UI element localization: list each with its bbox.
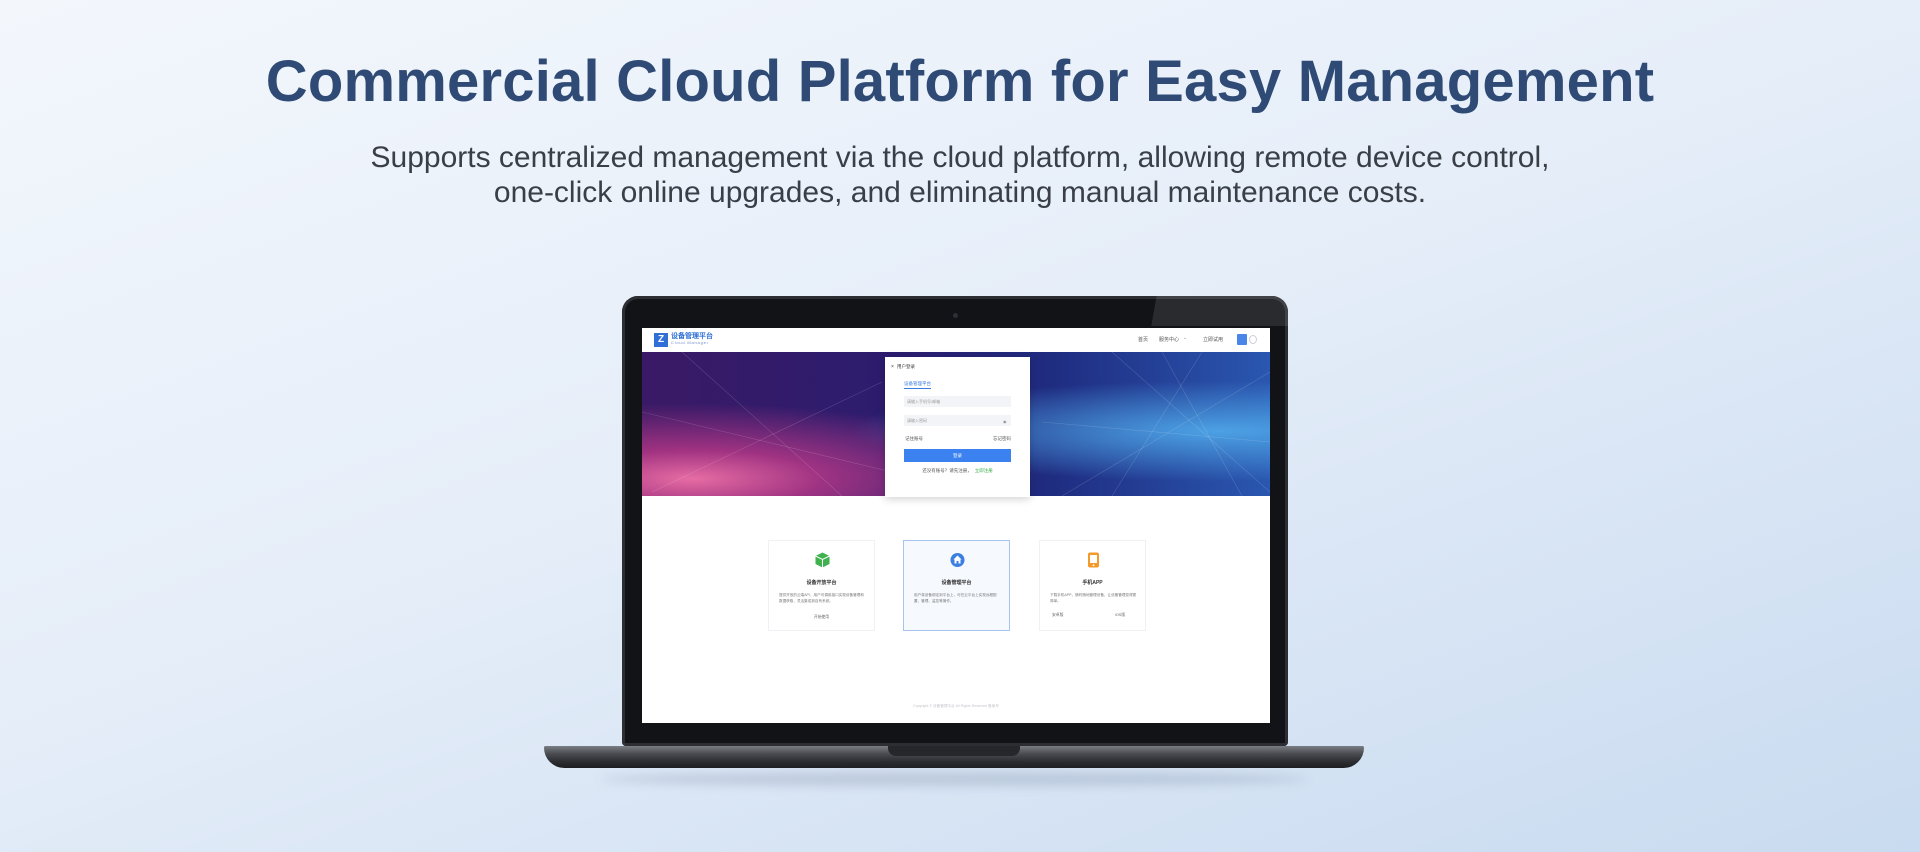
laptop-shadow xyxy=(600,772,1308,786)
subheadline-line-1: Supports centralized management via the … xyxy=(370,141,1550,174)
login-title: 用户登录 xyxy=(897,364,915,369)
lid-glare xyxy=(1118,296,1288,326)
laptop-base xyxy=(544,746,1364,768)
password-input[interactable]: 请输入密码 xyxy=(904,415,1011,426)
laptop-notch xyxy=(888,746,1020,756)
nav-item-trial[interactable]: 立即试用 xyxy=(1203,336,1223,343)
cloud-home-icon xyxy=(950,553,965,567)
subheadline-line-2: one-click online upgrades, and eliminati… xyxy=(493,176,1427,209)
language-icon[interactable] xyxy=(1249,335,1257,344)
logo-subtitle: Cloud Manager xyxy=(671,340,709,345)
card-title: 设备管理平台 xyxy=(941,580,972,586)
close-icon[interactable]: × xyxy=(891,364,894,370)
eye-icon[interactable]: ◉ xyxy=(1003,419,1007,424)
card-description: 用户将设备绑定到平台上，可在云平台上实现远程配置、管理、监控等操作。 xyxy=(914,593,997,603)
app-icon xyxy=(1088,552,1099,568)
card-device-management[interactable]: 设备管理平台 用户将设备绑定到平台上，可在云平台上实现远程配置、管理、监控等操作… xyxy=(903,540,1010,631)
card-description: 提供开放的云端API，用户可调用接口实现设备管理和数据获取，灵活集成到自有系统。 xyxy=(779,593,864,603)
login-card: × 用户登录 设备管理平台 请输入手机号/邮箱 请输入密码 ◉ 记住账号 忘记密… xyxy=(885,357,1030,497)
register-prompt: 还没有账号？请先注册， 立即注册 xyxy=(885,468,1030,474)
nav-item-service[interactable]: 服务中心 xyxy=(1159,336,1179,343)
forgot-password-link[interactable]: 忘记密码 xyxy=(993,436,1011,442)
remember-checkbox[interactable]: 记住账号 xyxy=(905,436,923,442)
ios-download-link[interactable]: iOS版 xyxy=(1115,613,1125,618)
card-description: 下载手机APP，随时随地管理设备，让设备管理变得更简单。 xyxy=(1050,593,1137,603)
nav-item-home[interactable]: 首页 xyxy=(1138,336,1148,343)
webcam xyxy=(953,313,958,318)
logo-icon[interactable]: Z xyxy=(654,333,668,347)
laptop-lid: Z 设备管理平台 Cloud Manager 首页 服务中心 ⌄ 立即试用 × … xyxy=(622,296,1288,746)
card-mobile-app[interactable]: 手机APP 下载手机APP，随时随地管理设备，让设备管理变得更简单。 安卓版 i… xyxy=(1039,540,1146,631)
card-title: 手机APP xyxy=(1082,580,1103,586)
tab-device-platform[interactable]: 设备管理平台 xyxy=(904,381,931,389)
footer-copyright: Copyright © 设备管理平台 All Rights Reserved 备… xyxy=(913,704,999,708)
card-start-link[interactable]: 开始使用 xyxy=(769,615,874,620)
chevron-down-icon[interactable]: ⌄ xyxy=(1183,335,1187,341)
page-headline: Commercial Cloud Platform for Easy Manag… xyxy=(265,49,1655,114)
register-link[interactable]: 立即注册 xyxy=(975,468,993,473)
user-button[interactable] xyxy=(1237,334,1247,345)
account-input[interactable]: 请输入手机号/邮箱 xyxy=(904,396,1011,407)
login-button[interactable]: 登录 xyxy=(904,449,1011,462)
page-subheadline: Supports centralized management via the … xyxy=(0,140,1920,210)
card-title: 设备开放平台 xyxy=(806,580,837,586)
cube-icon xyxy=(815,552,830,568)
laptop-screen: Z 设备管理平台 Cloud Manager 首页 服务中心 ⌄ 立即试用 × … xyxy=(642,328,1270,723)
app-header: Z 设备管理平台 Cloud Manager 首页 服务中心 ⌄ 立即试用 xyxy=(642,328,1270,353)
register-prompt-text: 还没有账号？请先注册， xyxy=(922,468,972,473)
android-download-link[interactable]: 安卓版 xyxy=(1052,613,1063,618)
card-open-platform[interactable]: 设备开放平台 提供开放的云端API，用户可调用接口实现设备管理和数据获取，灵活集… xyxy=(768,540,875,631)
